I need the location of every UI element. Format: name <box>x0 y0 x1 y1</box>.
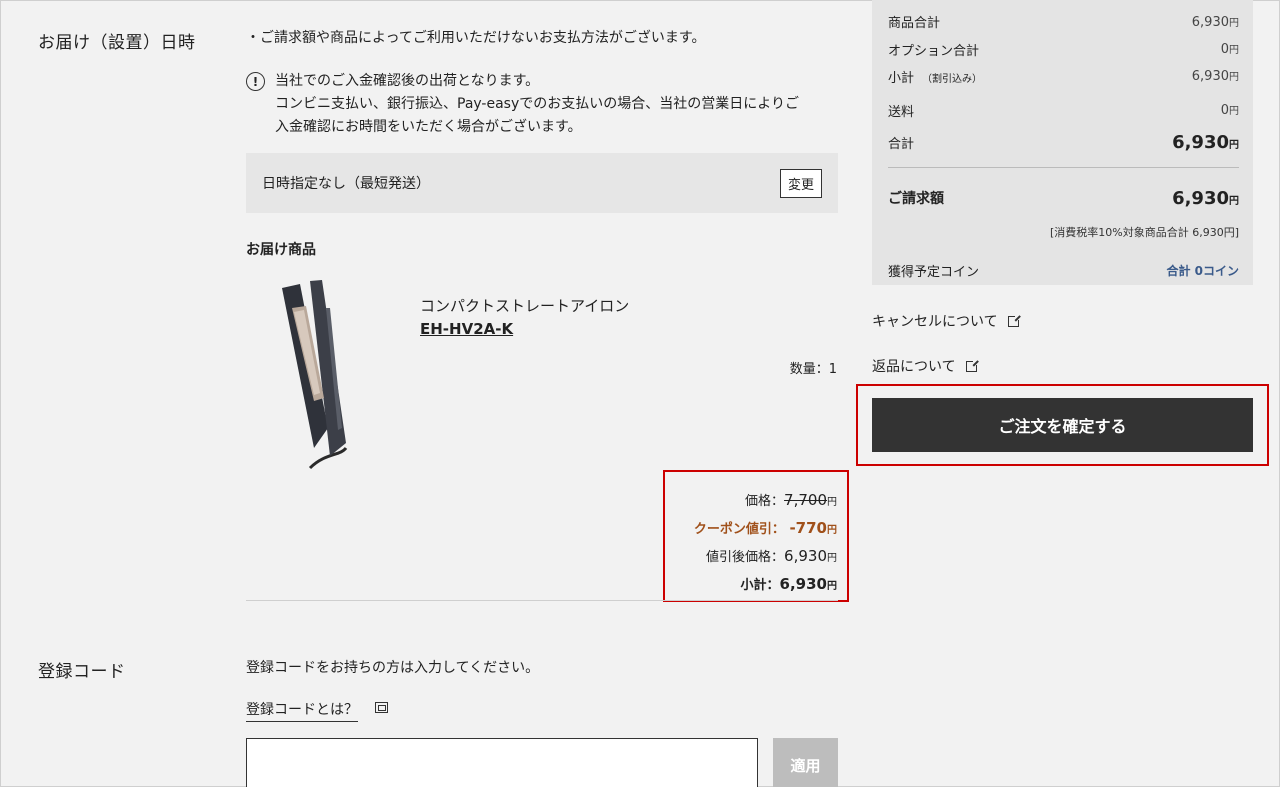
subtotal-label: 小計 （割引込み） <box>888 67 982 86</box>
registration-description: 登録コードをお持ちの方は入力してください。 <box>246 660 540 676</box>
billing-value: 6,930円 <box>1172 188 1239 209</box>
product-total-value: 6,930円 <box>1192 14 1239 30</box>
cancel-policy-link[interactable]: キャンセルについて <box>872 311 1021 331</box>
option-total-number: 0 <box>1220 42 1229 57</box>
discounted-row: 値引後価格：6,930円 <box>665 542 837 570</box>
yen-unit: 円 <box>1229 72 1239 83</box>
product-total-label: 商品合計 <box>888 16 941 31</box>
external-link-icon <box>965 358 979 372</box>
billing-row: ご請求額 6,930円 <box>888 168 1239 224</box>
apply-button[interactable]: 適用 <box>773 738 838 787</box>
discounted-value: 6,930 <box>784 547 827 565</box>
shipping-info: ! 当社でのご入金確認後の出荷となります。 コンビニ支払い、銀行振込、Pay-e… <box>246 70 846 139</box>
price-breakdown: 価格：7,700円 クーポン値引： -770円 値引後価格：6,930円 小計：… <box>663 470 849 602</box>
product-name: コンパクトストレートアイロン <box>420 297 630 315</box>
shipping-number: 0 <box>1220 103 1229 118</box>
total-value: 6,930円 <box>1172 132 1239 153</box>
coupon-value: -770 <box>789 519 827 537</box>
yen-unit: 円 <box>1229 106 1239 117</box>
window-icon[interactable] <box>375 702 388 713</box>
hair-iron-image <box>282 280 348 470</box>
quantity: 数量：1 <box>789 362 837 377</box>
item-subtotal-row: 小計：6,930円 <box>665 570 837 598</box>
coin-value: 合計 0コイン <box>1166 263 1239 278</box>
coin-label: 獲得予定コイン <box>888 264 980 280</box>
yen-unit: 円 <box>827 525 837 536</box>
yen-unit: 円 <box>1229 45 1239 56</box>
shipping-value: 0円 <box>1221 102 1239 118</box>
items-divider <box>246 600 838 601</box>
billing-label: ご請求額 <box>888 191 944 207</box>
cancel-policy-text[interactable]: キャンセルについて <box>872 311 998 331</box>
shipping-info-text: 当社でのご入金確認後の出荷となります。 コンビニ支払い、銀行振込、Pay-eas… <box>275 70 799 139</box>
subtotal-note: （割引込み） <box>922 73 983 85</box>
coupon-label: クーポン値引： <box>693 522 785 537</box>
price-label: 価格： <box>745 494 785 509</box>
tax-note: [消費税率10%対象商品合計 6,930円] <box>1049 226 1239 239</box>
delivery-date-text: 日時指定なし（最短発送） <box>262 176 430 192</box>
subtotal-value: 6,930円 <box>1192 68 1239 84</box>
option-total-row: オプション合計 0円 <box>888 41 1239 59</box>
registration-section-label: 登録コード <box>38 662 126 682</box>
info-line: 当社でのご入金確認後の出荷となります。 <box>275 73 540 89</box>
total-number: 6,930 <box>1172 131 1229 153</box>
option-total-value: 0円 <box>1221 41 1239 57</box>
coin-row: 獲得予定コイン 合計 0コイン <box>888 240 1239 290</box>
product-total-number: 6,930 <box>1191 14 1229 30</box>
product-total-row: 商品合計 6,930円 <box>888 0 1239 43</box>
external-link-icon <box>1007 313 1021 327</box>
yen-unit: 円 <box>827 497 837 508</box>
return-policy-link[interactable]: 返品について <box>872 356 979 376</box>
subtotal-number: 6,930 <box>1191 69 1229 84</box>
registration-code-input[interactable] <box>246 738 758 787</box>
subtotal-row: 小計 （割引込み） 6,930円 <box>888 55 1239 97</box>
product-code-link[interactable]: EH-HV2A-K <box>420 320 513 338</box>
payment-note: ・ご請求額や商品によってご利用いただけないお支払方法がございます。 <box>246 30 706 46</box>
discounted-label: 値引後価格： <box>706 550 785 565</box>
yen-unit: 円 <box>827 581 837 592</box>
order-summary: 商品合計 6,930円 オプション合計 0円 小計 （割引込み） 6,930円 送… <box>872 0 1253 285</box>
item-subtotal-label: 小計： <box>740 578 780 593</box>
delivery-section-label: お届け（設置）日時 <box>38 33 196 53</box>
registration-help-link[interactable]: 登録コードとは？ <box>246 699 358 722</box>
option-total-label: オプション合計 <box>888 43 980 59</box>
info-line: 入金確認にお時間をいただく場合がございます。 <box>275 119 582 135</box>
yen-unit: 円 <box>1229 139 1239 151</box>
original-price: 7,700 <box>784 491 827 509</box>
total-label: 合計 <box>888 136 915 152</box>
items-title: お届け商品 <box>246 242 316 258</box>
yen-unit: 円 <box>1229 195 1239 207</box>
info-line: コンビニ支払い、銀行振込、Pay-easyでのお支払いの場合、当社の営業日により… <box>275 96 799 112</box>
shipping-row: 送料 0円 <box>888 97 1239 123</box>
shipping-label: 送料 <box>888 104 915 120</box>
return-policy-text[interactable]: 返品について <box>872 356 956 376</box>
delivery-date-box: 日時指定なし（最短発送） 変更 <box>246 153 838 213</box>
confirm-order-button[interactable]: ご注文を確定する <box>872 398 1253 452</box>
subtotal-label-text: 小計 <box>888 70 915 86</box>
billing-number: 6,930 <box>1172 187 1229 209</box>
yen-unit: 円 <box>827 553 837 564</box>
item-subtotal-value: 6,930 <box>779 575 827 593</box>
change-date-button[interactable]: 変更 <box>779 168 822 198</box>
coupon-row: クーポン値引： -770円 <box>665 514 837 542</box>
price-row: 価格：7,700円 <box>665 486 837 514</box>
yen-unit: 円 <box>1229 17 1239 29</box>
total-row: 合計 6,930円 <box>888 123 1239 161</box>
exclamation-icon: ! <box>246 72 265 91</box>
